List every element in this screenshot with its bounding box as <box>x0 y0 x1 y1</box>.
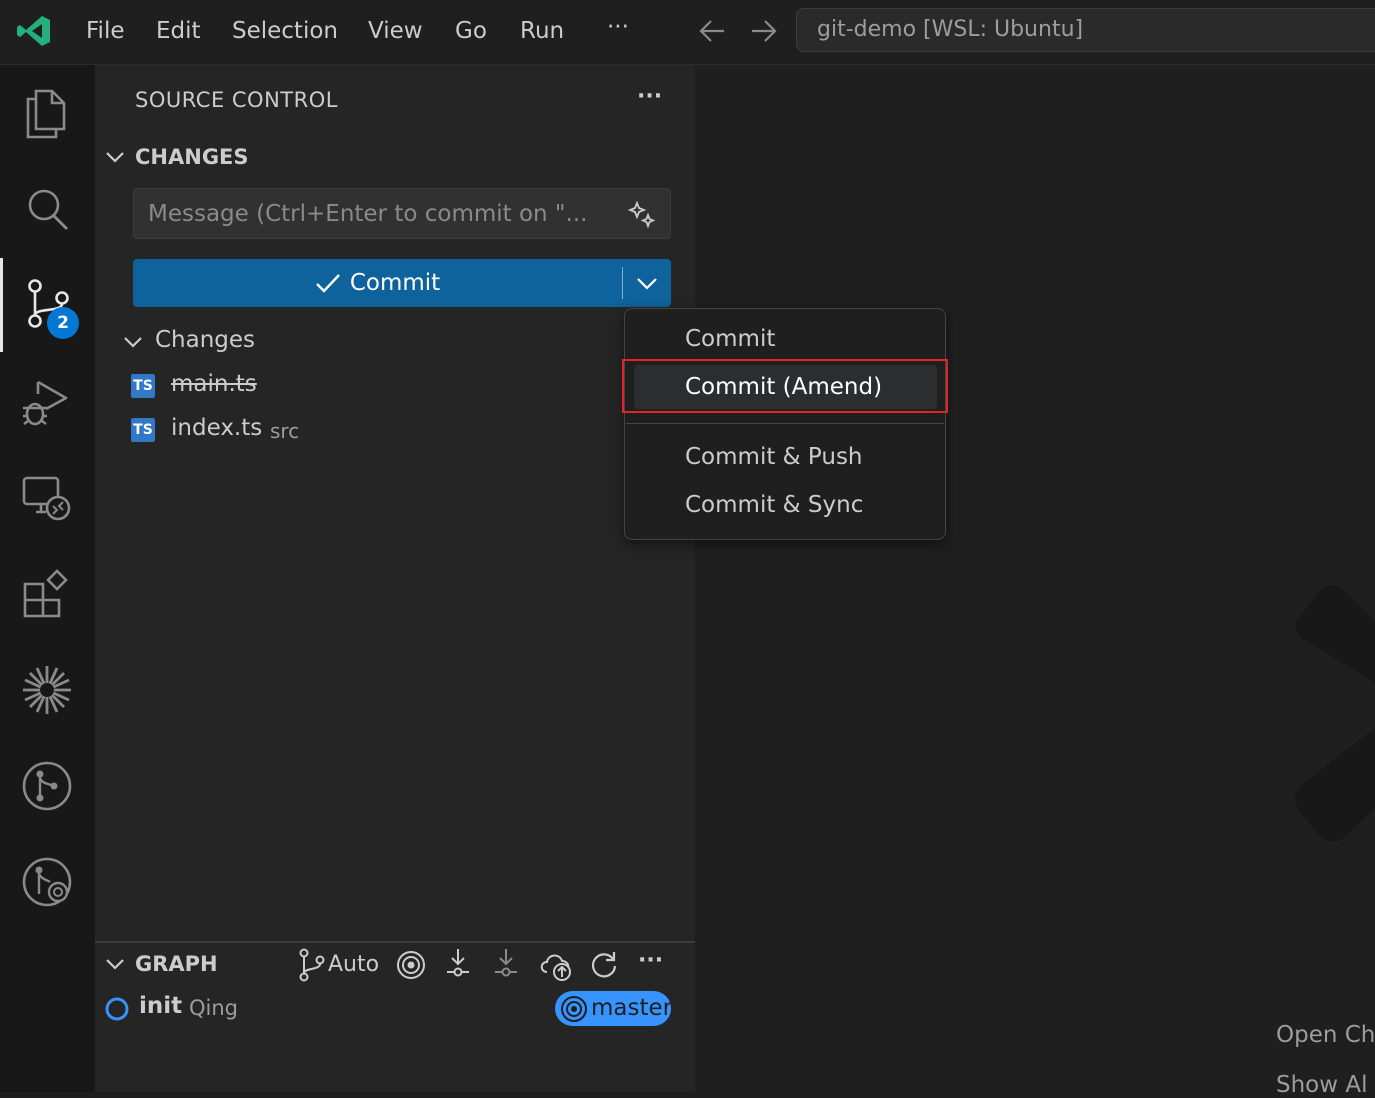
git-graph-icon <box>22 761 72 811</box>
editor-area <box>695 65 1375 1092</box>
list-item[interactable]: TS main.ts <box>120 366 620 406</box>
activity-copilot[interactable] <box>0 642 95 738</box>
branch-name: master <box>591 995 673 1021</box>
explorer-icon <box>26 89 66 139</box>
chevron-down-icon <box>637 278 657 290</box>
file-name: index.ts <box>171 415 263 441</box>
sidebar-title: SOURCE CONTROL <box>135 88 338 112</box>
menu-item-commit-sync[interactable]: Commit & Sync <box>685 492 863 518</box>
graph-more-button[interactable]: ··· <box>638 948 663 973</box>
cloud-upload-icon[interactable] <box>538 948 574 982</box>
activity-source-control[interactable] <box>0 258 95 354</box>
menu-separator <box>626 423 944 424</box>
activity-search[interactable] <box>0 161 95 257</box>
chevron-down-icon[interactable] <box>122 332 144 352</box>
activity-explorer[interactable] <box>0 65 95 161</box>
activity-run-debug[interactable] <box>0 354 95 450</box>
remote-explorer-icon <box>22 476 71 521</box>
commit-button[interactable]: Commit <box>133 259 621 307</box>
git-history-icon <box>22 857 72 907</box>
file-name: main.ts <box>171 371 257 397</box>
menu-file[interactable]: File <box>86 14 125 48</box>
command-center[interactable]: git-demo [WSL: Ubuntu] <box>796 8 1375 52</box>
refresh-icon[interactable] <box>589 950 619 980</box>
forward-arrow-icon[interactable] <box>750 18 778 44</box>
menu-more[interactable]: ··· <box>607 10 629 44</box>
fetch-icon[interactable] <box>445 947 471 981</box>
highlight-box <box>622 359 948 413</box>
title-bar: File Edit Selection View Go Run ··· git-… <box>0 0 1375 65</box>
graph-divider <box>95 941 695 943</box>
commit-author: Qing <box>189 996 239 1020</box>
vscode-watermark-icon <box>1295 585 1375 842</box>
command-center-label: git-demo [WSL: Ubuntu] <box>817 17 1084 42</box>
typescript-file-icon: TS <box>131 374 155 398</box>
sparkle-icon[interactable] <box>628 201 656 229</box>
menu-item-commit-push[interactable]: Commit & Push <box>685 444 863 470</box>
editor-hint-show[interactable]: Show Al <box>1276 1072 1368 1098</box>
activity-git-history[interactable] <box>0 834 95 930</box>
menu-edit[interactable]: Edit <box>156 14 201 48</box>
commit-button-group: Commit <box>133 259 671 307</box>
menu-item-commit[interactable]: Commit <box>685 326 775 352</box>
activity-remote-explorer[interactable] <box>0 450 95 546</box>
activity-extensions[interactable] <box>0 546 95 642</box>
changes-section-title[interactable]: CHANGES <box>135 145 249 169</box>
list-item[interactable]: TS index.ts src <box>120 410 620 450</box>
menu-selection[interactable]: Selection <box>232 14 338 48</box>
chevron-down-icon[interactable] <box>104 954 126 974</box>
menu-view[interactable]: View <box>368 14 423 48</box>
commit-node-icon <box>105 997 129 1021</box>
target-icon[interactable] <box>396 950 426 980</box>
back-arrow-icon[interactable] <box>698 18 726 44</box>
branch-badge[interactable]: master <box>555 991 673 1026</box>
graph-section-title[interactable]: GRAPH <box>135 952 218 976</box>
vscode-logo-icon <box>17 16 50 46</box>
copilot-icon <box>23 666 71 714</box>
check-icon <box>315 274 340 293</box>
editor-hint-open[interactable]: Open Ch <box>1276 1022 1375 1048</box>
commit-message-input[interactable] <box>146 197 610 231</box>
menu-go[interactable]: Go <box>455 14 487 48</box>
branch-icon[interactable] <box>297 948 327 982</box>
typescript-file-icon: TS <box>131 418 155 442</box>
commit-message-box <box>133 188 671 239</box>
search-icon <box>28 189 68 230</box>
run-debug-icon <box>23 380 68 426</box>
target-icon <box>561 996 587 1022</box>
changes-group-label[interactable]: Changes <box>155 327 255 353</box>
chevron-down-icon[interactable] <box>104 147 126 167</box>
extensions-icon <box>23 569 68 618</box>
menu-run[interactable]: Run <box>520 14 564 48</box>
graph-auto-label[interactable]: Auto <box>328 952 379 977</box>
file-folder: src <box>270 419 300 443</box>
scm-count-badge: 2 <box>47 307 79 339</box>
commit-message: init <box>139 993 183 1019</box>
activity-git-graph[interactable] <box>0 738 95 834</box>
views-more-button[interactable]: ··· <box>637 84 662 109</box>
commit-button-label: Commit <box>349 270 441 296</box>
pull-icon[interactable] <box>493 947 519 981</box>
commit-dropdown-button[interactable] <box>623 259 671 307</box>
